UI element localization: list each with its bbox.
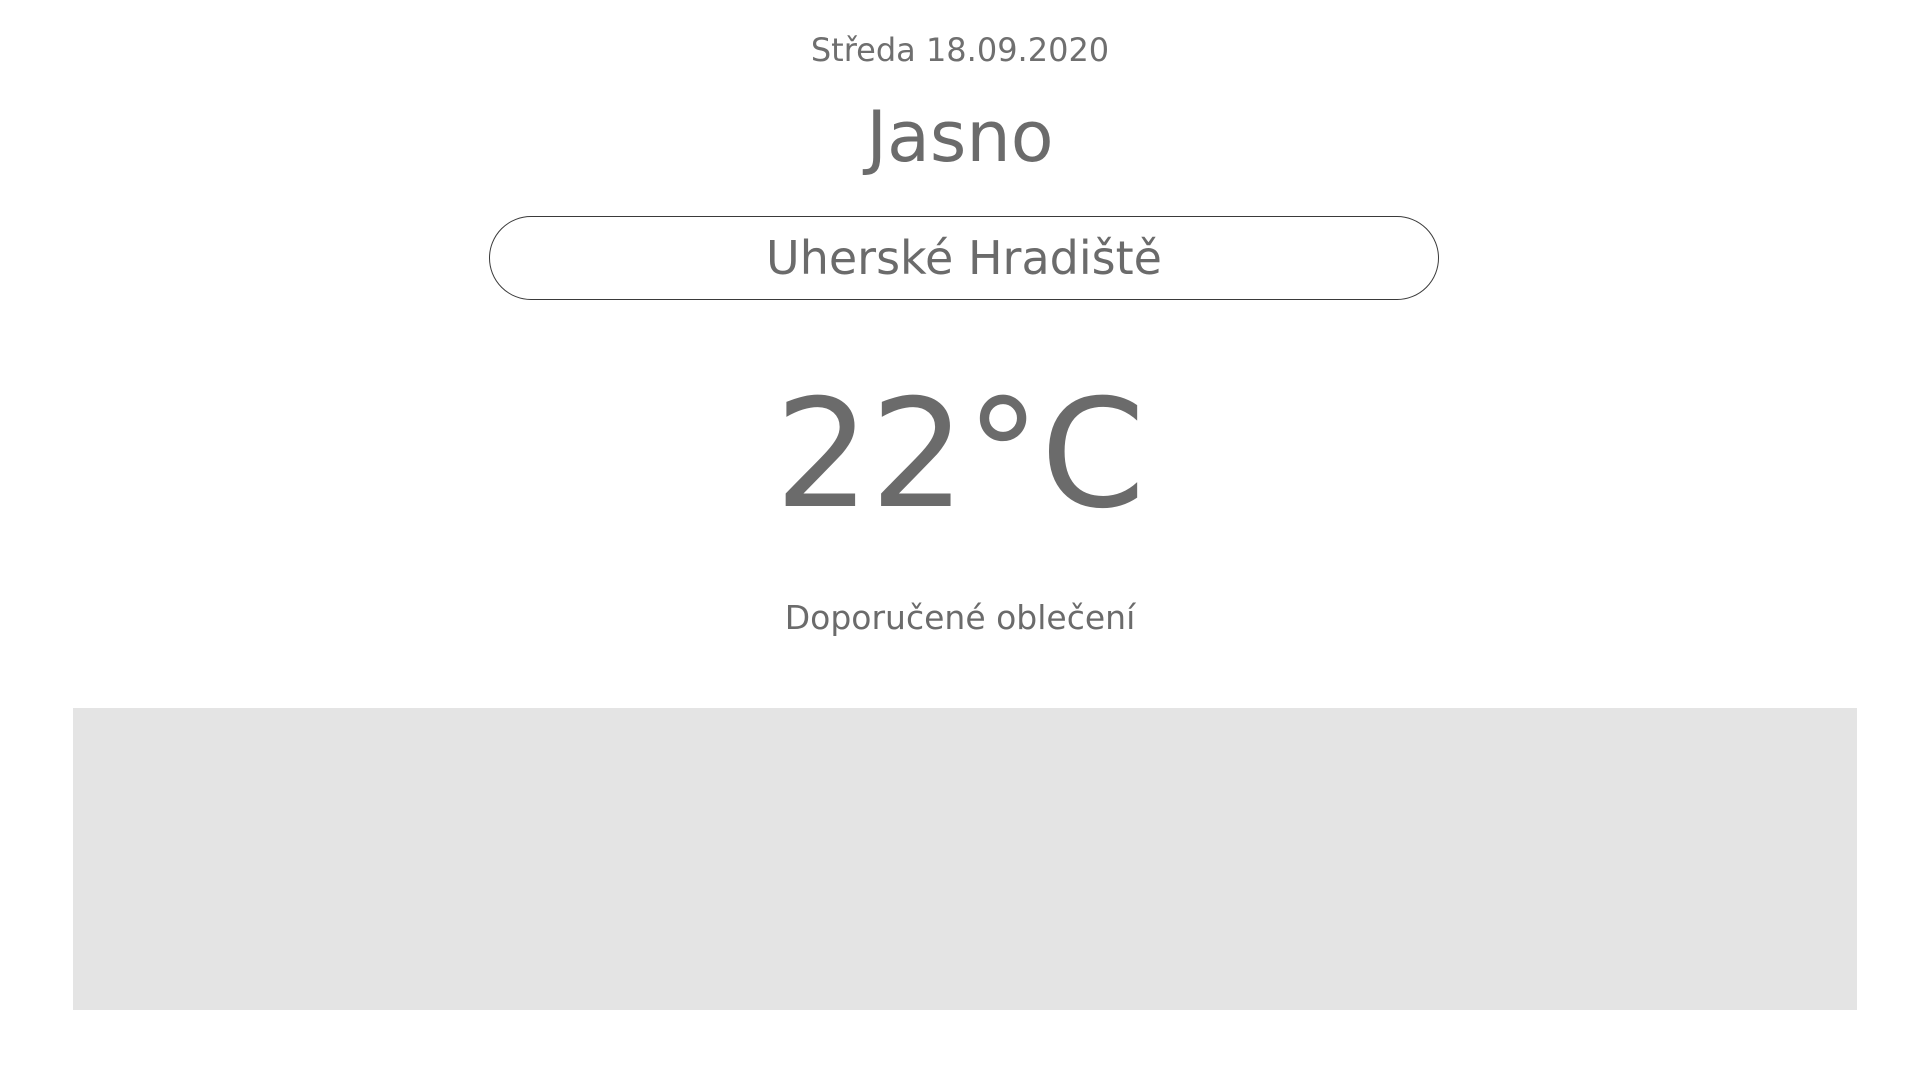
temperature-value: 22°C xyxy=(774,368,1146,542)
weather-condition: Jasno xyxy=(866,96,1054,178)
city-input[interactable] xyxy=(489,216,1439,300)
recommended-clothes-panel xyxy=(73,708,1857,1010)
weather-page: Středa 18.09.2020 Jasno 22°C Doporučené … xyxy=(0,0,1920,1080)
recommended-clothes-label: Doporučené oblečení xyxy=(784,598,1136,637)
date-label: Středa 18.09.2020 xyxy=(810,31,1110,69)
